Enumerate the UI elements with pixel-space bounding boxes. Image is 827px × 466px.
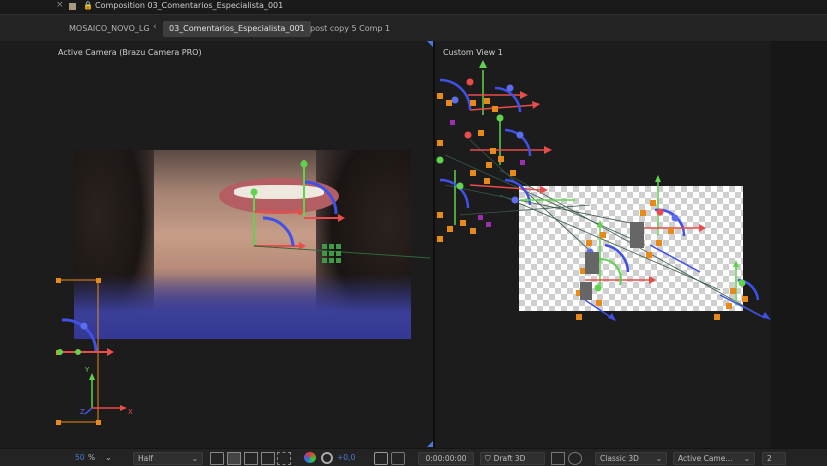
title-bar: × 🔒 Composition 03_Comentarios_Especiali…: [0, 0, 827, 14]
comp-tab-bar: MOSAICO_NOVO_LG ‹ 03_Comentarios_Especia…: [0, 14, 827, 42]
transparency-grid-icon[interactable]: [227, 452, 241, 465]
resolution-value: Half: [138, 454, 153, 463]
chevron-left-icon[interactable]: ‹: [298, 22, 302, 32]
view-layout-dropdown[interactable]: 2: [762, 452, 786, 465]
comp-frame-transparency[interactable]: [519, 186, 743, 311]
draft3d-icon: ⛉: [485, 454, 491, 463]
view-dropdown[interactable]: Active Came... ⌄: [673, 452, 755, 465]
current-time-display[interactable]: 0:00:00:00: [418, 452, 474, 465]
grid-icon[interactable]: [277, 452, 291, 465]
panel-title: Composition 03_Comentarios_Especialista_…: [95, 1, 284, 10]
layer-controls-icon[interactable]: [551, 452, 565, 465]
draft-3d-label: Draft 3D: [493, 454, 526, 463]
view-layout-value: 2: [767, 454, 772, 463]
color-channels-icon[interactable]: [304, 452, 316, 463]
chevron-down-icon: ⌄: [743, 454, 750, 463]
video-frame[interactable]: [74, 150, 411, 339]
show-snapshot-icon[interactable]: [391, 452, 405, 465]
viewer-bottom-bar: 50 % ⌄ Half ⌄ +0,0 0:00:00:00 ⛉ Draft 3D C…: [0, 448, 827, 466]
mask-icon[interactable]: [244, 452, 258, 465]
renderer-value: Classic 3D: [600, 454, 639, 463]
resolution-dropdown[interactable]: Half ⌄: [133, 452, 203, 465]
tab-03-comentarios[interactable]: 03_Comentarios_Especialista_001: [163, 21, 311, 37]
view-value: Active Came...: [678, 454, 733, 463]
zoom-unit: %: [88, 453, 96, 462]
chevron-down-icon: ⌄: [655, 454, 662, 463]
tab-post-copy-5-comp-1[interactable]: post copy 5 Comp 1: [310, 21, 390, 37]
chevron-down-icon: ⌄: [191, 454, 198, 463]
region-of-interest-icon[interactable]: [261, 452, 275, 465]
viewer-label-right: Custom View 1: [443, 48, 503, 57]
fit-icon[interactable]: [210, 452, 224, 465]
zoom-dropdown-chevron-icon[interactable]: ⌄: [105, 452, 112, 463]
exposure-value[interactable]: +0,0: [337, 452, 355, 463]
viewer-label-left: Active Camera (Brazu Camera PRO): [58, 48, 202, 57]
3d-ground-plane-icon[interactable]: [568, 452, 582, 465]
zoom-value[interactable]: 50: [75, 452, 85, 463]
adjacent-panel-edge: [771, 41, 827, 448]
tab-mosaico-novo-lg[interactable]: MOSAICO_NOVO_LG: [69, 21, 150, 37]
close-icon[interactable]: ×: [56, 0, 64, 10]
comp-color-swatch: [69, 3, 76, 10]
chevron-left-icon[interactable]: ‹: [153, 22, 157, 32]
snapshot-camera-icon[interactable]: [374, 452, 388, 465]
draft-3d-toggle[interactable]: ⛉ Draft 3D: [480, 452, 545, 465]
exposure-reset-icon[interactable]: [321, 452, 333, 464]
lock-icon[interactable]: 🔒: [83, 1, 93, 10]
renderer-dropdown[interactable]: Classic 3D ⌄: [595, 452, 667, 465]
